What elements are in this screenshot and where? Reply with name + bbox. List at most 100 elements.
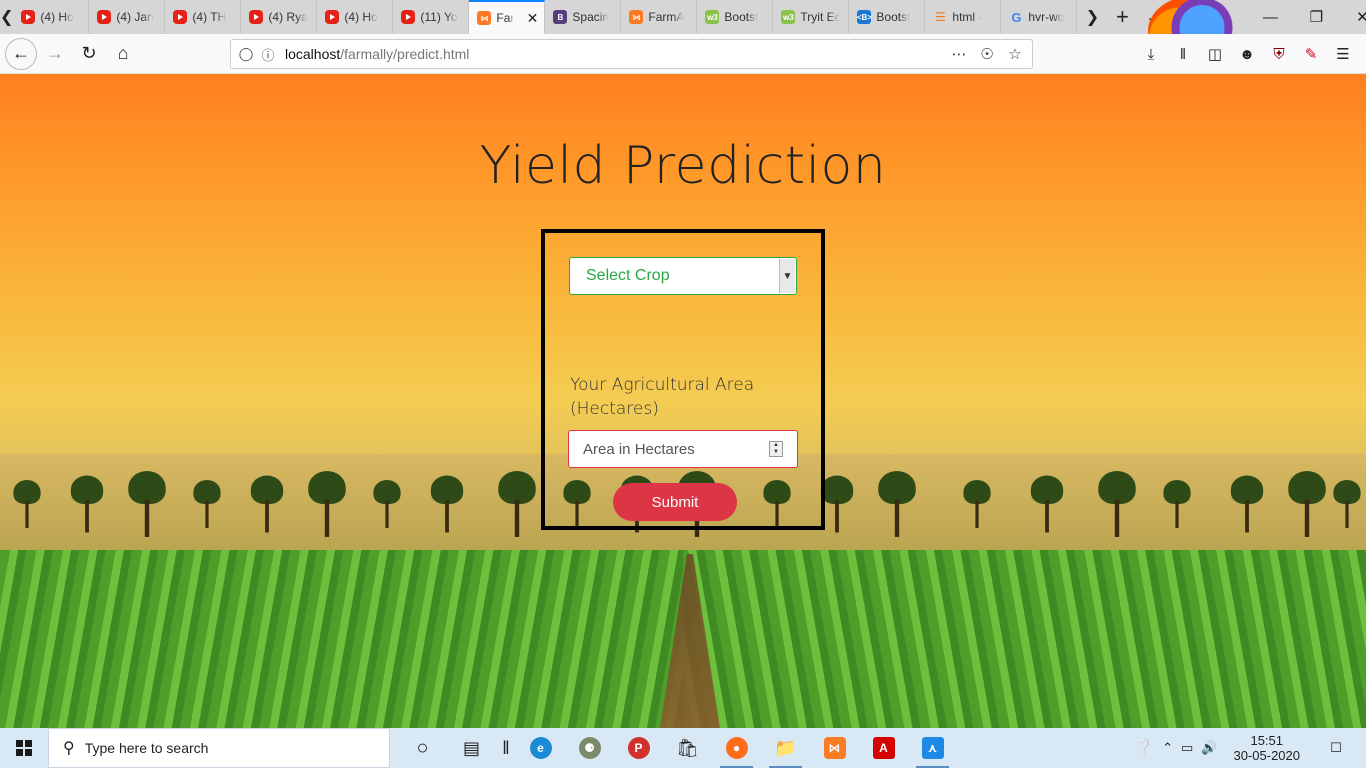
info-icon[interactable]: ⓘ <box>257 45 279 64</box>
tab-label: (11) Yo <box>420 10 458 24</box>
area-label: Your Agricultural Area (Hectares) <box>570 375 755 419</box>
edge-taskbar-button[interactable]: e <box>516 728 565 768</box>
tab-label: (4) Rya <box>268 10 308 24</box>
firefox-taskbar-button[interactable]: ● <box>712 728 761 768</box>
background-tree <box>193 480 221 528</box>
close-icon: ✕ <box>1356 9 1366 26</box>
crop-select[interactable]: Select Crop ▼ <box>569 257 797 295</box>
extension-icon[interactable]: ✎ <box>1295 38 1327 70</box>
chevron-up-icon[interactable]: ⌃ <box>1162 740 1173 756</box>
youtube-icon <box>173 10 188 24</box>
library-icon[interactable]: ‖ <box>1167 38 1199 70</box>
downloads-icon[interactable]: ⤓ <box>1135 38 1167 70</box>
back-button[interactable]: ← <box>5 37 37 70</box>
arrow-right-icon: → <box>46 43 64 63</box>
ublock-icon[interactable]: ⛨ <box>1263 38 1295 70</box>
browser-tab[interactable]: ⋈ FarmA <box>621 0 698 34</box>
vscode-taskbar-button[interactable]: ⋏ <box>908 728 957 768</box>
number-spinner-icon[interactable]: ▲ ▼ <box>769 441 783 457</box>
background-tree <box>963 480 991 528</box>
tab-scroll-right-button[interactable]: ❯ <box>1077 0 1107 34</box>
menu-icon[interactable]: ☰ <box>1327 38 1359 70</box>
address-bar[interactable]: ◯ ⓘ localhost/farmally/predict.html ⋯ ☉ … <box>230 39 1033 69</box>
tab-label: Far <box>496 11 515 25</box>
background-tree <box>1288 471 1326 537</box>
home-button[interactable]: ⌂ <box>107 38 139 70</box>
edge-icon: e <box>529 737 552 759</box>
pocket-icon[interactable]: ☉ <box>976 45 998 63</box>
store-taskbar-button[interactable]: 🛍 <box>663 728 712 768</box>
browser-tab[interactable]: (4) Ho <box>13 0 90 34</box>
reload-button[interactable]: ↻ <box>73 38 105 70</box>
browser-tab[interactable]: ☰ html - <box>925 0 1002 34</box>
battery-icon[interactable]: ▭ <box>1181 740 1193 756</box>
tab-label: Spacin <box>572 10 610 24</box>
notification-center-button[interactable]: ☐ <box>1316 740 1356 756</box>
acrobat-taskbar-button[interactable]: A <box>859 728 908 768</box>
tab-label: Bootst <box>876 10 911 24</box>
folder-icon: 📁 <box>774 737 797 758</box>
tab-scroll-left-button[interactable]: ❮ <box>0 0 13 34</box>
file-explorer-taskbar-button[interactable]: 📁 <box>761 728 810 768</box>
restore-button[interactable]: ❐ <box>1293 0 1339 34</box>
vscode-icon: ⋏ <box>921 737 944 759</box>
xampp-icon: ⋈ <box>477 11 492 25</box>
xampp-taskbar-button[interactable]: ⋈ <box>810 728 859 768</box>
minimize-icon: — <box>1262 8 1278 26</box>
pdf-editor-taskbar-button[interactable]: P <box>614 728 663 768</box>
browser-tab[interactable]: w3 Bootst <box>697 0 774 34</box>
arrow-left-icon: ← <box>12 43 30 63</box>
cortana-button[interactable]: ○ <box>398 728 447 768</box>
browser-tab[interactable]: (4) TH <box>165 0 242 34</box>
browser-tab[interactable]: (4) Rya <box>241 0 318 34</box>
xampp-icon: ⋈ <box>629 10 644 24</box>
volume-icon[interactable]: 🔊 <box>1201 740 1217 756</box>
new-tab-button[interactable]: + <box>1107 0 1137 34</box>
page-actions-icon[interactable]: ⋯ <box>948 45 970 63</box>
sidebar-icon[interactable]: ◫ <box>1199 38 1231 70</box>
tab-label: Tryit Ec <box>800 10 841 24</box>
area-input[interactable]: Area in Hectares ▲ ▼ <box>568 430 798 468</box>
prediction-form: Select Crop ▼ Your Agricultural Area (He… <box>541 229 825 530</box>
taskbar-search-placeholder: Type here to search <box>84 740 209 756</box>
tab-label: FarmA <box>648 10 685 24</box>
windows-logo-icon <box>16 740 32 756</box>
task-view-button[interactable]: ▤ <box>447 728 496 768</box>
close-window-button[interactable]: ✕ <box>1339 0 1366 34</box>
background-tree <box>373 480 401 528</box>
start-button[interactable] <box>0 728 48 768</box>
system-tray: ❔ ⌃ ▭ 🔊 15:51 30-05-2020 ☐ <box>1134 733 1366 763</box>
taskbar-search[interactable]: ⚲ Type here to search <box>48 728 390 768</box>
browser-tab[interactable]: (4) Ho <box>317 0 394 34</box>
browser-tab[interactable]: <B> Bootst <box>849 0 926 34</box>
restore-icon: ❐ <box>1309 9 1324 26</box>
background-tree <box>878 471 916 537</box>
tab-label: (4) Ho <box>344 10 378 24</box>
search-icon: ⚲ <box>63 740 75 757</box>
shield-icon[interactable]: ◯ <box>235 46 257 62</box>
clock[interactable]: 15:51 30-05-2020 <box>1234 733 1301 763</box>
chevron-down-icon: ▼ <box>779 259 795 293</box>
evernote-taskbar-button[interactable]: ⚈ <box>565 728 614 768</box>
clock-date: 30-05-2020 <box>1233 748 1301 763</box>
browser-tab[interactable]: (11) Yo <box>393 0 470 34</box>
background-tree <box>70 475 104 533</box>
background-tree <box>820 475 854 533</box>
help-icon[interactable]: ❔ <box>1134 738 1154 758</box>
close-tab-icon[interactable]: ✕ <box>527 10 539 27</box>
browser-tab[interactable]: Ghvr-wo <box>1001 0 1078 34</box>
reload-icon: ↻ <box>81 43 97 63</box>
browser-tab[interactable]: w3 Tryit Ec <box>773 0 850 34</box>
submit-button[interactable]: Submit <box>613 483 737 521</box>
youtube-icon <box>21 10 36 24</box>
url-text[interactable]: localhost/farmally/predict.html <box>285 46 469 62</box>
background-tree <box>250 475 284 533</box>
account-icon[interactable]: ☻ <box>1231 38 1263 70</box>
forward-button[interactable]: → <box>39 38 71 70</box>
tab-label: (4) TH <box>192 10 227 24</box>
browser-tab[interactable]: (4) Jan <box>89 0 166 34</box>
browser-tab[interactable]: B Spacin <box>545 0 622 34</box>
bookmark-star-icon[interactable]: ☆ <box>1004 45 1026 63</box>
minimize-button[interactable]: — <box>1247 0 1293 34</box>
browser-tab[interactable]: ⋈ Far ✕ <box>469 0 546 34</box>
